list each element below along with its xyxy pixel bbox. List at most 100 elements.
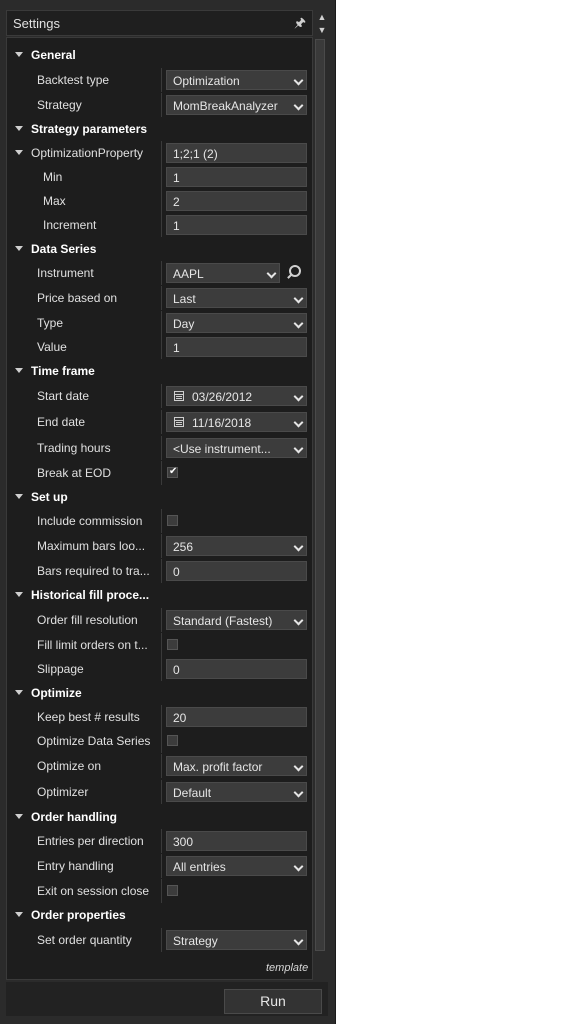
chevron-down-icon[interactable] — [293, 541, 304, 552]
search-icon[interactable] — [289, 265, 301, 277]
chevron-down-icon[interactable] — [293, 935, 304, 946]
category-optimize[interactable]: Optimize — [7, 681, 312, 705]
value-field[interactable]: 1 — [166, 337, 307, 357]
category-order-handling[interactable]: Order handling — [7, 805, 312, 829]
triangle-down-icon[interactable] — [15, 126, 23, 131]
column-separator — [161, 189, 162, 213]
column-separator — [161, 780, 162, 804]
category-set-up[interactable]: Set up — [7, 485, 312, 509]
column-separator — [161, 705, 162, 729]
triangle-down-icon[interactable] — [15, 52, 23, 57]
type-select[interactable]: Day — [166, 313, 307, 333]
chevron-down-icon[interactable] — [266, 268, 277, 279]
set-order-quantity-select[interactable]: Strategy — [166, 930, 307, 950]
category-label: Time frame — [31, 364, 95, 378]
category-strategy-parameters[interactable]: Strategy parameters — [7, 117, 312, 141]
property-label: Slippage — [37, 662, 84, 676]
keep-best-field[interactable]: 20 — [166, 707, 307, 727]
category-historical-fill[interactable]: Historical fill proce... — [7, 583, 312, 607]
bars-required-field[interactable]: 0 — [166, 561, 307, 581]
chevron-down-icon[interactable] — [293, 293, 304, 304]
category-label: Optimize — [31, 686, 82, 700]
property-row-value: Value 1 — [7, 335, 312, 359]
property-row-end-date: End date 11/16/2018 — [7, 410, 312, 434]
include-commission-checkbox[interactable] — [167, 515, 178, 526]
triangle-down-icon[interactable] — [15, 690, 23, 695]
category-time-frame[interactable]: Time frame — [7, 359, 312, 383]
min-field[interactable]: 1 — [166, 167, 307, 187]
optimize-data-series-checkbox[interactable] — [167, 735, 178, 746]
chevron-down-icon[interactable] — [293, 787, 304, 798]
instrument-select[interactable]: AAPL — [166, 263, 280, 283]
field-value: Strategy — [173, 934, 218, 948]
backtest-type-select[interactable]: Optimization — [166, 70, 307, 90]
slippage-field[interactable]: 0 — [166, 659, 307, 679]
property-label: Maximum bars loo... — [37, 539, 146, 553]
category-data-series[interactable]: Data Series — [7, 237, 312, 261]
scrollbar-thumb[interactable] — [315, 39, 325, 951]
property-grid: General Backtest type Optimization Strat… — [6, 37, 313, 980]
trading-hours-select[interactable]: <Use instrument... — [166, 438, 307, 458]
property-label: Fill limit orders on t... — [37, 638, 148, 652]
column-separator — [161, 410, 162, 434]
property-row-max: Max 2 — [7, 189, 312, 213]
scroll-down-arrow[interactable]: ▼ — [316, 24, 328, 36]
calendar-icon[interactable] — [174, 391, 184, 401]
field-value: 1 — [173, 341, 180, 355]
max-field[interactable]: 2 — [166, 191, 307, 211]
triangle-down-icon[interactable] — [15, 592, 23, 597]
chevron-down-icon[interactable] — [293, 75, 304, 86]
property-label: Set order quantity — [37, 933, 132, 947]
triangle-down-icon[interactable] — [15, 494, 23, 499]
category-label: Order properties — [31, 908, 126, 922]
chevron-down-icon[interactable] — [293, 100, 304, 111]
triangle-down-icon[interactable] — [15, 368, 23, 373]
chevron-down-icon[interactable] — [293, 318, 304, 329]
field-value: Day — [173, 317, 195, 331]
order-fill-resolution-select[interactable]: Standard (Fastest) — [166, 610, 307, 630]
entry-handling-select[interactable]: All entries — [166, 856, 307, 876]
triangle-down-icon[interactable] — [15, 246, 23, 251]
start-date-picker[interactable]: 03/26/2012 — [166, 386, 307, 406]
category-general[interactable]: General — [7, 43, 312, 67]
field-value: MomBreakAnalyzer — [173, 99, 278, 113]
property-row-trading-hours: Trading hours <Use instrument... — [7, 436, 312, 460]
chevron-down-icon[interactable] — [293, 615, 304, 626]
increment-field[interactable]: 1 — [166, 215, 307, 235]
optimizer-select[interactable]: Default — [166, 782, 307, 802]
vertical-scrollbar[interactable] — [314, 37, 328, 980]
property-row-fill-limit-orders: Fill limit orders on t... — [7, 633, 312, 657]
chevron-down-icon[interactable] — [293, 861, 304, 872]
property-row-min: Min 1 — [7, 165, 312, 189]
property-label: End date — [37, 415, 86, 429]
exit-on-session-close-checkbox[interactable] — [167, 885, 178, 896]
field-value: All entries — [173, 860, 226, 874]
entries-per-direction-field[interactable]: 300 — [166, 831, 307, 851]
calendar-icon[interactable] — [174, 417, 184, 427]
scroll-up-arrow[interactable]: ▲ — [316, 11, 328, 23]
chevron-down-icon[interactable] — [293, 761, 304, 772]
triangle-down-icon[interactable] — [15, 912, 23, 917]
field-value: 300 — [173, 835, 194, 849]
pin-icon[interactable]: 🖈 — [294, 14, 306, 36]
maximum-bars-select[interactable]: 256 — [166, 536, 307, 556]
category-label: Order handling — [31, 810, 118, 824]
property-row-optimize-on: Optimize on Max. profit factor — [7, 754, 312, 778]
break-at-eod-checkbox[interactable]: ✔ — [167, 466, 178, 478]
price-based-on-select[interactable]: Last — [166, 288, 307, 308]
fill-limit-orders-checkbox[interactable] — [167, 639, 178, 650]
optimize-on-select[interactable]: Max. profit factor — [166, 756, 307, 776]
chevron-down-icon[interactable] — [293, 443, 304, 454]
chevron-down-icon[interactable] — [293, 391, 304, 402]
optimization-property-field[interactable]: 1;2;1 (2) — [166, 143, 307, 163]
template-link[interactable]: template — [266, 962, 308, 974]
triangle-down-icon[interactable] — [15, 814, 23, 819]
category-order-properties[interactable]: Order properties — [7, 903, 312, 927]
column-separator — [161, 608, 162, 632]
column-separator — [161, 286, 162, 310]
triangle-down-icon[interactable] — [15, 150, 23, 155]
strategy-select[interactable]: MomBreakAnalyzer — [166, 95, 307, 115]
end-date-picker[interactable]: 11/16/2018 — [166, 412, 307, 432]
run-button[interactable]: Run — [224, 989, 322, 1014]
chevron-down-icon[interactable] — [293, 417, 304, 428]
